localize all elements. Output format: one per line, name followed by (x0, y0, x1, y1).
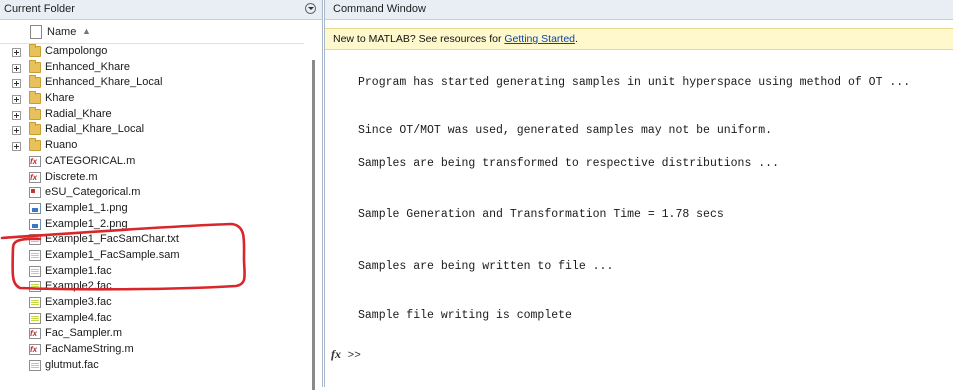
m-file-icon (29, 342, 41, 358)
file-list-item[interactable]: glutmut.fac (0, 358, 304, 374)
expand-icon[interactable] (12, 63, 21, 73)
file-name: Enhanced_Khare (45, 60, 131, 73)
file-name: Radial_Khare_Local (45, 123, 145, 136)
folder-icon (29, 138, 41, 152)
file-list-item[interactable]: Example2.fac (0, 279, 304, 295)
file-name: Ruano (45, 139, 78, 152)
vertical-scrollbar[interactable] (312, 60, 315, 390)
output-line: Samples are being transformed to respect… (358, 157, 779, 170)
expand-icon[interactable] (12, 79, 21, 89)
folder-icon (29, 44, 41, 57)
name-column-header[interactable]: Name ▲ (0, 21, 304, 44)
file-list-item[interactable]: Radial_Khare_Local (0, 122, 304, 138)
file-list-item[interactable]: FacNameString.m (0, 342, 304, 358)
getting-started-banner: New to MATLAB? See resources for Getting… (325, 28, 953, 50)
file-list-item[interactable]: Example3.fac (0, 295, 304, 311)
output-line: Sample file writing is complete (358, 309, 572, 322)
expand-icon[interactable] (12, 95, 21, 105)
text-file-icon (29, 265, 41, 277)
file-type-icon (30, 25, 42, 39)
file-name: Example1.fac (45, 264, 112, 277)
file-list-item[interactable]: Ruano (0, 138, 304, 154)
file-name: Example1_1.png (45, 201, 128, 214)
file-list-item[interactable]: Enhanced_Khare (0, 59, 304, 76)
file-list-item[interactable]: Example1_1.png (0, 201, 304, 217)
output-line: Sample Generation and Transformation Tim… (358, 208, 724, 221)
panel-actions-menu-icon[interactable] (305, 3, 316, 14)
folder-icon (29, 106, 41, 120)
output-line: Program has started generating samples i… (358, 76, 911, 89)
current-folder-panel: Current Folder Name ▲ Campolongo Enhanced… (0, 0, 323, 390)
output-line: Samples are being written to file ... (358, 260, 614, 273)
getting-started-link[interactable]: Getting Started (504, 33, 575, 45)
file-list-item[interactable]: CATEGORICAL.m (0, 154, 304, 170)
expand-icon[interactable] (12, 48, 21, 57)
text-file-icon (29, 359, 41, 371)
expand-icon[interactable] (12, 126, 21, 136)
file-name: Example1_2.png (45, 217, 128, 230)
function-browser-icon[interactable]: fx (331, 347, 341, 361)
sort-ascending-icon: ▲ (82, 26, 91, 36)
current-folder-header: Current Folder (0, 0, 322, 20)
file-name: CATEGORICAL.m (45, 154, 136, 167)
output-line: Since OT/MOT was used, generated samples… (358, 124, 773, 137)
file-list-item[interactable]: Campolongo (0, 44, 304, 60)
image-file-icon (29, 218, 41, 230)
expand-icon[interactable] (12, 142, 21, 152)
image-file-icon (29, 202, 41, 214)
file-name: Fac_Sampler.m (45, 327, 123, 340)
file-name: FacNameString.m (45, 343, 134, 356)
file-name: eSU_Categorical.m (45, 186, 141, 199)
file-name: glutmut.fac (45, 358, 99, 371)
m-file-icon (29, 326, 41, 342)
file-name: Khare (45, 92, 75, 105)
banner-text: New to MATLAB? See resources for Getting… (333, 33, 578, 45)
text-file-icon (29, 249, 41, 261)
text-file-icon (29, 297, 41, 308)
file-list-item[interactable]: Enhanced_Khare_Local (0, 75, 304, 91)
file-name: Example1_FacSample.sam (45, 248, 180, 261)
file-list-item[interactable]: Example1_2.png (0, 217, 304, 233)
banner-suffix: . (575, 33, 578, 45)
banner-prefix: New to MATLAB? See resources for (333, 33, 505, 45)
file-name: Campolongo (45, 45, 108, 57)
live-script-icon (29, 187, 41, 199)
name-column-label: Name (47, 26, 77, 38)
m-file-icon (29, 154, 41, 170)
expand-icon[interactable] (12, 110, 21, 120)
command-window-header: Command Window (325, 0, 953, 20)
text-file-icon (29, 281, 41, 293)
file-list-item[interactable]: Example4.fac (0, 311, 304, 327)
text-file-icon (29, 312, 41, 324)
file-list-item[interactable]: eSU_Categorical.m (0, 185, 304, 201)
folder-icon (29, 59, 41, 73)
file-name: Example4.fac (45, 311, 112, 324)
file-list-item[interactable]: Fac_Sampler.m (0, 326, 304, 342)
file-name: Radial_Khare (45, 107, 112, 120)
command-window-title: Command Window (333, 3, 426, 15)
file-list-item[interactable]: Discrete.m (0, 170, 304, 185)
file-name: Example1_FacSamChar.txt (45, 233, 179, 246)
prompt-symbol: >> (347, 350, 361, 362)
file-list-item[interactable]: Example1_FacSample.sam (0, 248, 304, 264)
file-name: Discrete.m (45, 170, 98, 183)
folder-icon (29, 75, 41, 89)
file-name: Example3.fac (45, 296, 112, 308)
text-file-icon (29, 234, 41, 246)
file-name: Example2.fac (45, 280, 112, 293)
command-prompt[interactable]: fx >> (331, 347, 361, 362)
current-folder-title: Current Folder (4, 3, 75, 15)
file-list-item[interactable]: Khare (0, 91, 304, 107)
file-list-item[interactable]: Example1.fac (0, 264, 304, 280)
file-list-item[interactable]: Radial_Khare (0, 106, 304, 123)
file-list-item[interactable]: Example1_FacSamChar.txt (0, 232, 304, 248)
m-file-icon (29, 170, 41, 185)
folder-icon (29, 91, 41, 105)
command-window-panel[interactable]: Command Window New to MATLAB? See resour… (324, 0, 953, 387)
folder-icon (29, 122, 41, 136)
file-name: Enhanced_Khare_Local (45, 76, 163, 89)
file-list: Campolongo Enhanced_Khare Enhanced_Khare_L… (0, 44, 304, 373)
